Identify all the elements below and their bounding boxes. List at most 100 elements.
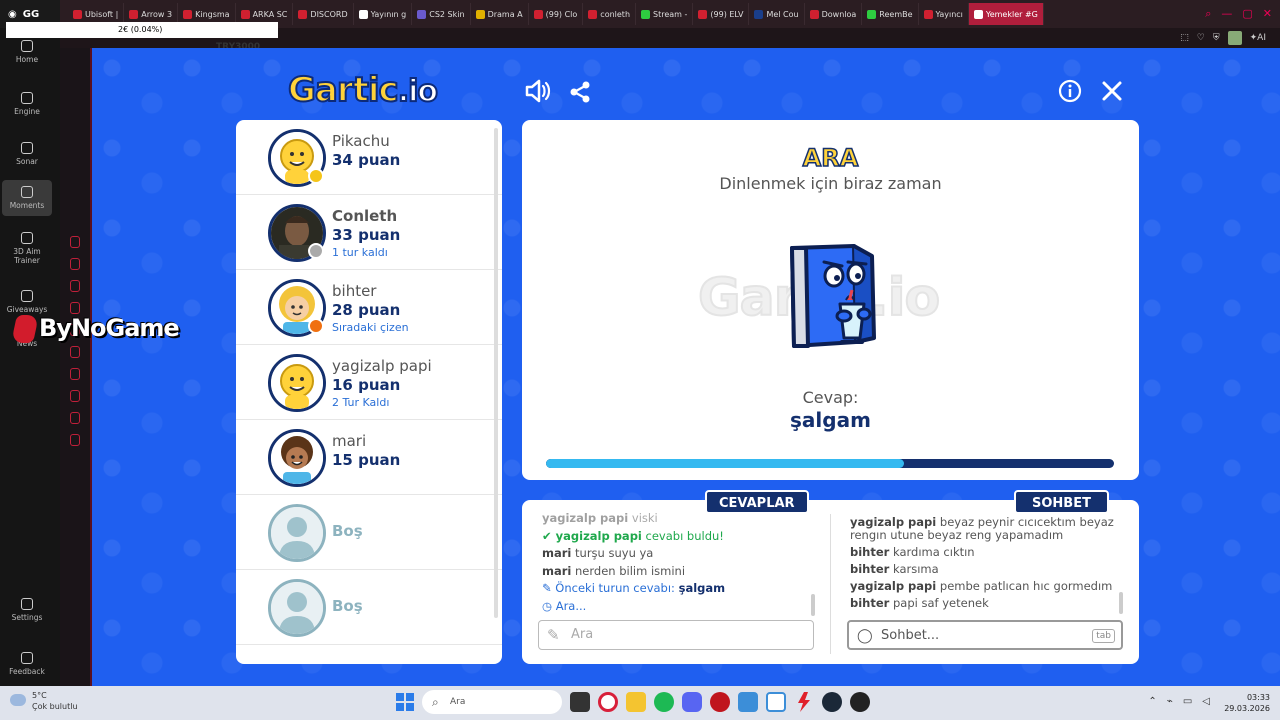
pencil-icon: ✎ — [542, 581, 556, 595]
windows-start-icon[interactable] — [396, 693, 414, 711]
tab-favicon-icon — [588, 9, 598, 19]
answer-feed-line: mari turşu suyu ya — [542, 545, 812, 563]
close-game-icon[interactable] — [1100, 79, 1124, 108]
taskbar-search-label: Ara — [450, 697, 466, 707]
sidebar-app-icon[interactable] — [70, 434, 80, 446]
gg-nav-engine[interactable]: Engine — [2, 92, 52, 116]
clock[interactable]: 03:33 29.03.2026 — [1224, 692, 1270, 714]
spotify-icon[interactable] — [654, 692, 674, 712]
profile-avatar[interactable] — [1227, 31, 1242, 45]
ai-icon[interactable]: ✦AI — [1250, 33, 1266, 43]
player-row[interactable]: bihter 28 puan Sıradaki çizen — [236, 270, 502, 345]
discord-icon[interactable] — [682, 692, 702, 712]
browser-tab[interactable]: Drama A — [471, 3, 529, 25]
minimize-icon[interactable]: — — [1221, 7, 1232, 21]
browser-tab[interactable]: Yayıncı — [919, 3, 969, 25]
chat-scrollbar[interactable] — [1119, 592, 1123, 614]
file-explorer-icon[interactable] — [626, 692, 646, 712]
browser-tab[interactable]: Mel Cou — [749, 3, 805, 25]
chevron-up-icon[interactable]: ⌃ — [1148, 696, 1156, 707]
browser-tab[interactable]: Yayının g — [354, 3, 413, 25]
feed-text: viski — [631, 511, 658, 525]
cloud-icon — [10, 694, 26, 706]
gg-nav-label: Sonar — [16, 157, 38, 166]
monitor-icon[interactable]: ▭ — [1183, 696, 1192, 707]
players-scrollbar[interactable] — [494, 128, 498, 618]
sonar-icon — [21, 142, 33, 154]
shield-icon[interactable]: ⛨ — [1213, 33, 1220, 43]
clock-icon: ◷ — [542, 598, 556, 613]
gg-nav-settings[interactable]: Settings — [2, 598, 52, 622]
browser-tab[interactable]: DISCORD — [293, 3, 354, 25]
gg-nav-home[interactable]: Home — [2, 40, 52, 64]
sidebar-app-icon[interactable] — [70, 346, 80, 358]
browser-tab[interactable]: (99) Clo — [529, 3, 584, 25]
tab-label: Ubisoft | — [85, 9, 119, 19]
app-dark-icon[interactable] — [850, 692, 870, 712]
opera-gx-icon[interactable] — [598, 692, 618, 712]
empty-player-slot[interactable]: Boş — [236, 570, 502, 645]
sidebar-app-icon[interactable] — [70, 258, 80, 270]
gg-nav-label: 3D Aim Trainer — [13, 247, 41, 265]
app-bolt-icon[interactable] — [798, 692, 810, 712]
browser-tab[interactable]: CS2 Skin — [412, 3, 471, 25]
tab-label: Mel Cou — [766, 9, 799, 19]
browser-tab[interactable]: (99) ELV — [693, 3, 750, 25]
sound-icon[interactable] — [524, 78, 552, 109]
share-icon[interactable] — [568, 80, 592, 109]
task-view-icon[interactable] — [570, 692, 590, 712]
feed-text: cevabı buldu! — [645, 528, 724, 543]
gg-nav-gift[interactable]: Giveaways — [2, 290, 52, 314]
answer-feed-line: ✔ yagizalp papi cevabı buldu! — [542, 528, 812, 546]
gg-nav-aim-trainer[interactable]: 3D Aim Trainer — [2, 232, 52, 265]
tab-label: Yayının g — [370, 9, 407, 19]
player-row[interactable]: Pikachu 34 puan — [236, 120, 502, 195]
weather-widget[interactable]: 5°C Çok bulutlu — [10, 690, 78, 712]
empty-avatar-icon — [268, 579, 326, 637]
chat-tab[interactable]: SOHBET — [1014, 490, 1109, 514]
gg-nav-moments[interactable]: Moments — [2, 180, 52, 216]
browser-tab[interactable]: conleth — [583, 3, 637, 25]
maximize-icon[interactable]: ▢ — [1242, 7, 1252, 21]
gg-nav-sonar[interactable]: Sonar — [2, 142, 52, 166]
app-network-icon[interactable] — [766, 692, 786, 712]
app-red-icon[interactable] — [710, 692, 730, 712]
empty-player-slot[interactable]: Boş — [236, 495, 502, 570]
taskbar-search[interactable]: Ara — [422, 690, 562, 714]
browser-tab[interactable]: Downloa — [805, 3, 863, 25]
browser-tab[interactable]: ReemBe — [862, 3, 919, 25]
player-score: 15 puan — [332, 451, 401, 469]
sidebar-app-icon[interactable] — [70, 390, 80, 402]
network-icon[interactable]: ⌁ — [1167, 696, 1173, 707]
tab-favicon-icon — [417, 9, 427, 19]
sidebar-app-icon[interactable] — [70, 368, 80, 380]
player-name: Conleth — [332, 207, 398, 225]
tab-label: (99) Clo — [545, 9, 578, 19]
empty-avatar-icon — [268, 504, 326, 562]
browser-tab[interactable]: Yemekler #G — [968, 3, 1044, 25]
chat-input[interactable]: ◯ Sohbet... tab — [847, 620, 1123, 650]
sidebar-app-icon[interactable] — [70, 302, 80, 314]
answers-scrollbar[interactable] — [811, 594, 815, 616]
gg-nav-feedback[interactable]: Feedback — [2, 652, 52, 676]
sidebar-app-icon[interactable] — [70, 280, 80, 292]
bookmark-icon[interactable]: ♡ — [1197, 33, 1205, 43]
player-row[interactable]: Conleth 33 puan 1 tur kaldı — [236, 195, 502, 270]
player-row[interactable]: mari 15 puan — [236, 420, 502, 495]
answer-label: Cevap: — [802, 388, 859, 407]
volume-icon[interactable]: ◁ — [1202, 696, 1210, 707]
sidebar-app-icon[interactable] — [70, 236, 80, 248]
sidebar-app-icon[interactable] — [70, 412, 80, 424]
close-window-icon[interactable]: ✕ — [1263, 7, 1272, 21]
app-settings-icon[interactable] — [738, 692, 758, 712]
browser-tab[interactable]: Stream - — [636, 3, 694, 25]
window-controls: ⌕ — ▢ ✕ — [1205, 7, 1280, 21]
player-row[interactable]: yagizalp papi 16 puan 2 Tur Kaldı — [236, 345, 502, 420]
info-icon[interactable] — [1058, 79, 1082, 108]
tab-favicon-icon — [809, 9, 819, 19]
extension-icon[interactable]: ⬚ — [1180, 33, 1189, 43]
search-tabs-icon[interactable]: ⌕ — [1205, 7, 1211, 21]
steam-icon[interactable] — [822, 692, 842, 712]
player-name: bihter — [332, 282, 377, 300]
answer-input[interactable]: ✎ Ara — [538, 620, 814, 650]
